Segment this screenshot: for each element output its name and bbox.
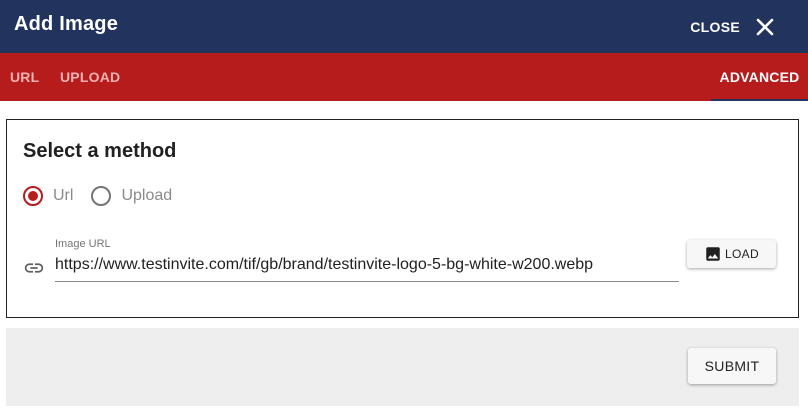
image-icon [706,247,720,261]
load-button[interactable]: LOAD [687,240,776,268]
method-radio-group: Url Upload [23,186,172,206]
load-label: LOAD [725,247,759,261]
dialog-footer: SUBMIT [6,328,799,406]
radio-selected-dot [28,191,38,201]
submit-button[interactable]: SUBMIT [688,348,776,384]
link-icon [24,263,44,273]
dialog-title: Add Image [14,13,119,35]
image-url-field: Image URL [55,238,679,282]
image-url-label: Image URL [55,238,111,250]
tab-url[interactable]: URL [10,53,39,101]
radio-upload-label: Upload [121,187,173,204]
image-url-input[interactable] [55,252,679,282]
tab-advanced[interactable]: ADVANCED [711,53,808,101]
radio-url-circle[interactable] [23,186,43,206]
method-panel: Select a method Url Upload Image URL LOA… [6,119,799,318]
radio-url-label: Url [53,187,74,204]
radio-url[interactable]: Url [23,186,73,206]
tab-bar: URL UPLOAD ADVANCED [0,53,808,101]
radio-upload-circle[interactable] [91,186,112,206]
close-label: CLOSE [690,18,740,35]
section-title: Select a method [23,140,177,162]
close-button[interactable]: CLOSE [690,0,774,53]
close-icon [756,18,774,35]
tab-advanced-label: ADVANCED [719,69,800,85]
dialog-header: Add Image CLOSE [0,0,808,53]
radio-upload[interactable]: Upload [91,186,172,206]
tab-upload[interactable]: UPLOAD [60,53,120,101]
active-tab-indicator [711,99,808,101]
